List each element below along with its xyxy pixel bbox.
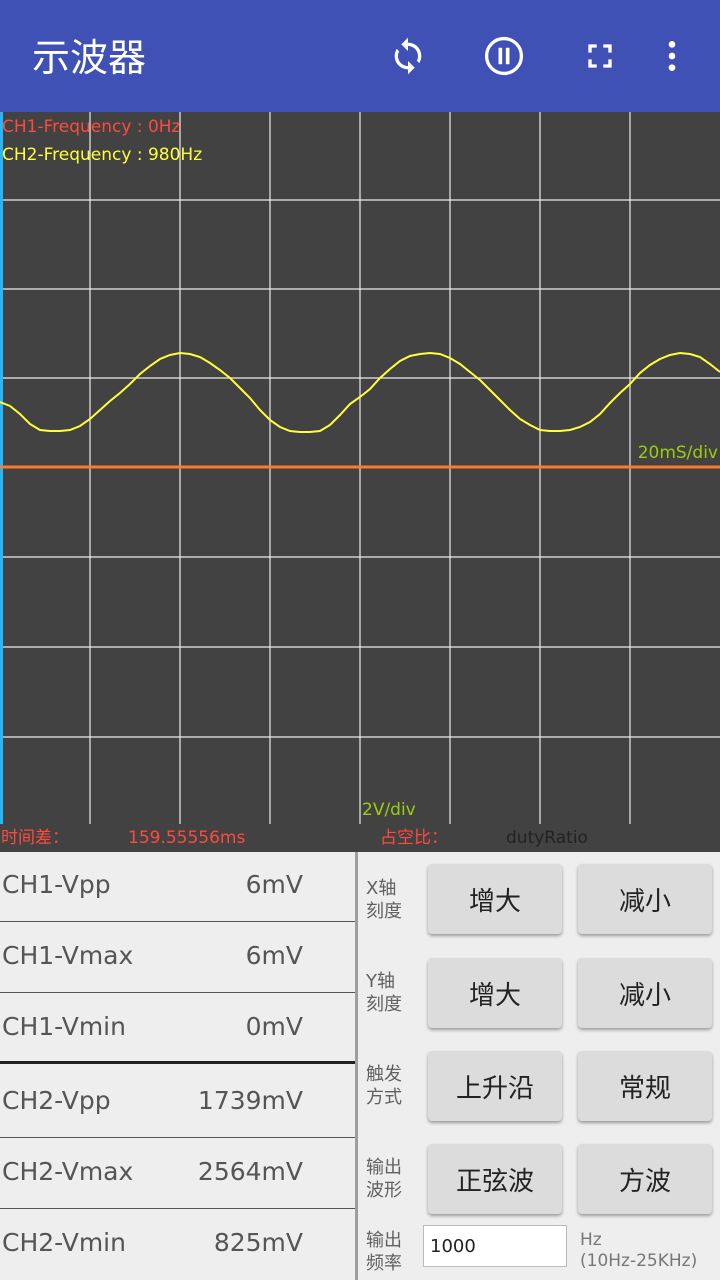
- output-frequency-label: 输出 频率: [366, 1230, 402, 1274]
- stat-value: 2564mV: [197, 1157, 303, 1186]
- x-increase-button[interactable]: 增大: [428, 864, 562, 934]
- stat-row: CH1-Vmin 0mV: [0, 994, 355, 1064]
- stat-value: 825mV: [213, 1228, 303, 1257]
- ch1-frequency: CH1-Frequency : 0Hz: [2, 117, 181, 137]
- stat-label: CH1-Vpp: [2, 870, 111, 899]
- stats-panel: CH1-Vpp 6mV CH1-Vmax 6mV CH1-Vmin 0mV CH…: [0, 852, 355, 1280]
- scope-grid: [0, 112, 720, 824]
- more-vert-icon[interactable]: [648, 32, 696, 80]
- stat-row: CH1-Vmax 6mV: [0, 923, 355, 993]
- rising-edge-button[interactable]: 上升沿: [428, 1051, 562, 1121]
- output-waveform-label: 输出 波形: [366, 1157, 402, 1201]
- x-axis-scale-label: X轴 刻度: [366, 878, 402, 922]
- normal-trigger-button[interactable]: 常规: [578, 1051, 712, 1121]
- stat-label: CH1-Vmin: [2, 1012, 126, 1041]
- stat-row: CH1-Vpp 6mV: [0, 852, 355, 922]
- duty-value: dutyRatio: [506, 828, 588, 848]
- stat-row: CH2-Vmin 825mV: [0, 1210, 355, 1280]
- duty-label: 占空比：: [380, 828, 448, 848]
- ch2-frequency: CH2-Frequency : 980Hz: [2, 145, 203, 165]
- y-axis-scale-label: Y轴 刻度: [366, 971, 402, 1015]
- time-diff-value: 159.55556ms: [128, 828, 246, 848]
- time-scale-label: 20mS/div: [637, 443, 718, 463]
- frequency-input[interactable]: [423, 1225, 567, 1267]
- stat-value: 6mV: [245, 941, 303, 970]
- stat-value: 1739mV: [197, 1086, 303, 1115]
- stat-label: CH2-Vpp: [2, 1086, 111, 1115]
- stat-label: CH2-Vmin: [2, 1228, 126, 1257]
- app-bar: 示波器: [0, 0, 720, 112]
- fullscreen-icon[interactable]: [576, 32, 624, 80]
- x-decrease-button[interactable]: 减小: [578, 864, 712, 934]
- measurement-bar: 时间差： 159.55556ms 占空比： dutyRatio: [0, 824, 720, 852]
- sine-wave-button[interactable]: 正弦波: [428, 1144, 562, 1214]
- trigger-mode-label: 触发 方式: [366, 1064, 402, 1108]
- y-decrease-button[interactable]: 减小: [578, 958, 712, 1028]
- square-wave-button[interactable]: 方波: [578, 1144, 712, 1214]
- oscilloscope-screen[interactable]: CH1-Frequency : 0Hz CH2-Frequency : 980H…: [0, 112, 720, 824]
- stat-row: CH2-Vmax 2564mV: [0, 1139, 355, 1209]
- frequency-unit-label: Hz (10Hz-25KHz): [580, 1230, 698, 1271]
- stat-value: 6mV: [245, 870, 303, 899]
- pause-icon[interactable]: [480, 32, 528, 80]
- stat-label: CH2-Vmax: [2, 1157, 134, 1186]
- stat-label: CH1-Vmax: [2, 941, 134, 970]
- app-title: 示波器: [32, 36, 147, 80]
- time-diff-label: 时间差：: [1, 828, 69, 848]
- voltage-scale-label: 2V/div: [362, 800, 416, 820]
- controls-panel: X轴 刻度 增大 减小 Y轴 刻度 增大 减小 触发 方式 上升沿 常规 输出 …: [358, 852, 720, 1280]
- stat-row: CH2-Vpp 1739mV: [0, 1068, 355, 1138]
- refresh-icon[interactable]: [384, 32, 432, 80]
- y-increase-button[interactable]: 增大: [428, 958, 562, 1028]
- stat-value: 0mV: [245, 1012, 303, 1041]
